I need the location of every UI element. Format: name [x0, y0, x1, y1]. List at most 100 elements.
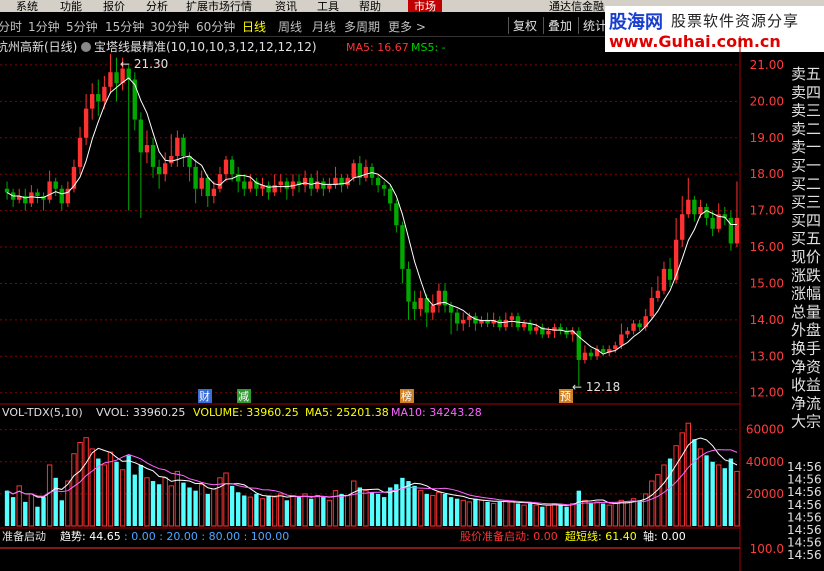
candle-body — [430, 305, 436, 313]
candle-body — [83, 108, 89, 138]
volume-bar — [10, 497, 16, 526]
candle-body — [710, 217, 715, 229]
volume-bar — [412, 485, 417, 526]
volume-bar — [558, 505, 563, 526]
candle-body — [588, 352, 594, 357]
volume-bar — [612, 503, 618, 527]
quote-field-label[interactable]: 买四 — [791, 211, 821, 229]
candle-body — [673, 239, 679, 280]
candle-body — [619, 334, 624, 346]
quote-field-label[interactable]: 净流 — [791, 394, 821, 412]
candle-body — [242, 181, 247, 189]
quote-field-label[interactable]: 涨幅 — [791, 285, 821, 303]
candlestick-series — [4, 54, 740, 387]
candle-body — [503, 319, 509, 328]
candle-body — [661, 268, 667, 291]
volume-bar — [89, 448, 95, 527]
candle-body — [308, 177, 314, 189]
volume-bar — [351, 480, 357, 527]
candle-body — [497, 319, 502, 328]
quote-field-label[interactable]: 卖四 — [791, 83, 821, 101]
volume-bar — [132, 474, 137, 526]
candle-body — [199, 177, 204, 189]
volume-bar — [436, 491, 442, 527]
candle-body — [163, 163, 168, 175]
volume-bar — [551, 503, 558, 527]
volume-bar — [296, 497, 302, 526]
volume-bar — [600, 503, 606, 526]
quote-field-label[interactable]: 卖一 — [791, 138, 821, 156]
event-marker: 财 — [199, 389, 210, 403]
volume-bar — [205, 493, 210, 526]
candle-body — [412, 301, 417, 309]
volume-bar — [290, 494, 296, 527]
candle-body — [527, 323, 533, 331]
volume-bar — [71, 453, 77, 527]
volume-bar — [174, 470, 181, 527]
volume-bar — [46, 464, 53, 527]
volume-bar — [187, 487, 192, 526]
candle-body — [692, 199, 697, 215]
quote-field-label[interactable]: 买五 — [791, 230, 821, 248]
volume-bar — [156, 484, 162, 526]
volume-bar — [448, 497, 454, 526]
volume-bar — [278, 493, 284, 527]
volume-bar — [728, 458, 734, 526]
quote-field-label[interactable]: 卖三 — [791, 102, 821, 120]
candle-body — [59, 188, 64, 204]
candle-body — [181, 137, 186, 156]
volume-bar — [722, 468, 727, 526]
volume-bar — [284, 500, 290, 526]
candle-body — [150, 145, 156, 167]
candle-body — [223, 159, 229, 175]
volume-ma5-readout: MA5: 25201.38 — [305, 406, 389, 419]
quote-field-label[interactable]: 卖二 — [791, 120, 821, 138]
quote-field-label[interactable]: 买二 — [791, 175, 821, 193]
volume-title: VOL-TDX(5,10) — [2, 406, 83, 419]
candle-body — [47, 181, 52, 200]
quote-field-label[interactable]: 现价 — [791, 248, 821, 266]
levels-readout: : 0.00 : 20.00 : 80.00 : 100.00 — [124, 530, 289, 543]
ms5-readout: MS5: - — [411, 41, 446, 54]
price-tick-label: 12.00 — [750, 386, 784, 400]
volume-bar — [308, 498, 314, 526]
volume-bar — [254, 493, 259, 526]
volume-bar — [716, 464, 722, 527]
quote-field-label[interactable]: 收益 — [791, 376, 821, 394]
indicator-toggle-icon[interactable] — [81, 42, 91, 52]
quote-field-label[interactable]: 净资 — [791, 358, 821, 376]
volume-bar — [321, 497, 326, 526]
candle-body — [321, 181, 326, 189]
candle-body — [205, 177, 210, 197]
volume-bar — [168, 485, 174, 527]
volume-bar — [242, 495, 247, 526]
candle-body — [728, 217, 734, 244]
volume-bar — [400, 477, 405, 526]
volume-bar — [679, 432, 685, 527]
candle-body — [461, 319, 466, 324]
quote-field-label[interactable]: 换手 — [791, 340, 821, 358]
quote-field-label[interactable]: 涨跌 — [791, 266, 821, 284]
volume-bar — [430, 494, 436, 527]
candle-body — [35, 192, 40, 197]
quote-field-label[interactable]: 卖五 — [791, 65, 821, 83]
kline-chart[interactable]: 21.00 20.00 19.00 18.00 17.00 16.00 15.00 14.00… — [0, 0, 824, 571]
volume-bar — [211, 488, 217, 527]
quote-field-label[interactable]: 买三 — [791, 193, 821, 211]
quote-field-label[interactable]: 大宗 — [791, 413, 821, 431]
candle-body — [631, 323, 636, 331]
volume-bars — [4, 422, 740, 527]
price-tick-label: 13.00 — [750, 349, 784, 363]
volume-bar — [247, 496, 254, 527]
volume-bar — [217, 477, 223, 527]
candle-body — [534, 327, 539, 331]
stock-title: 杭州高新(日线) — [0, 39, 77, 54]
quote-field-label[interactable]: 总量 — [791, 303, 821, 321]
quote-field-label[interactable]: 外盘 — [791, 321, 821, 339]
quote-side-panel: 卖五卖四卖三卖二卖一买一买二买三买四买五现价涨跌涨幅总量外盘换手净资收益净流大宗… — [787, 56, 824, 571]
volume-bar — [442, 493, 448, 526]
quote-field-label[interactable]: 买一 — [791, 157, 821, 175]
volume-bar — [162, 477, 168, 527]
trend-readout: 趋势: 44.65 — [60, 530, 121, 543]
volume-bar — [369, 492, 375, 526]
